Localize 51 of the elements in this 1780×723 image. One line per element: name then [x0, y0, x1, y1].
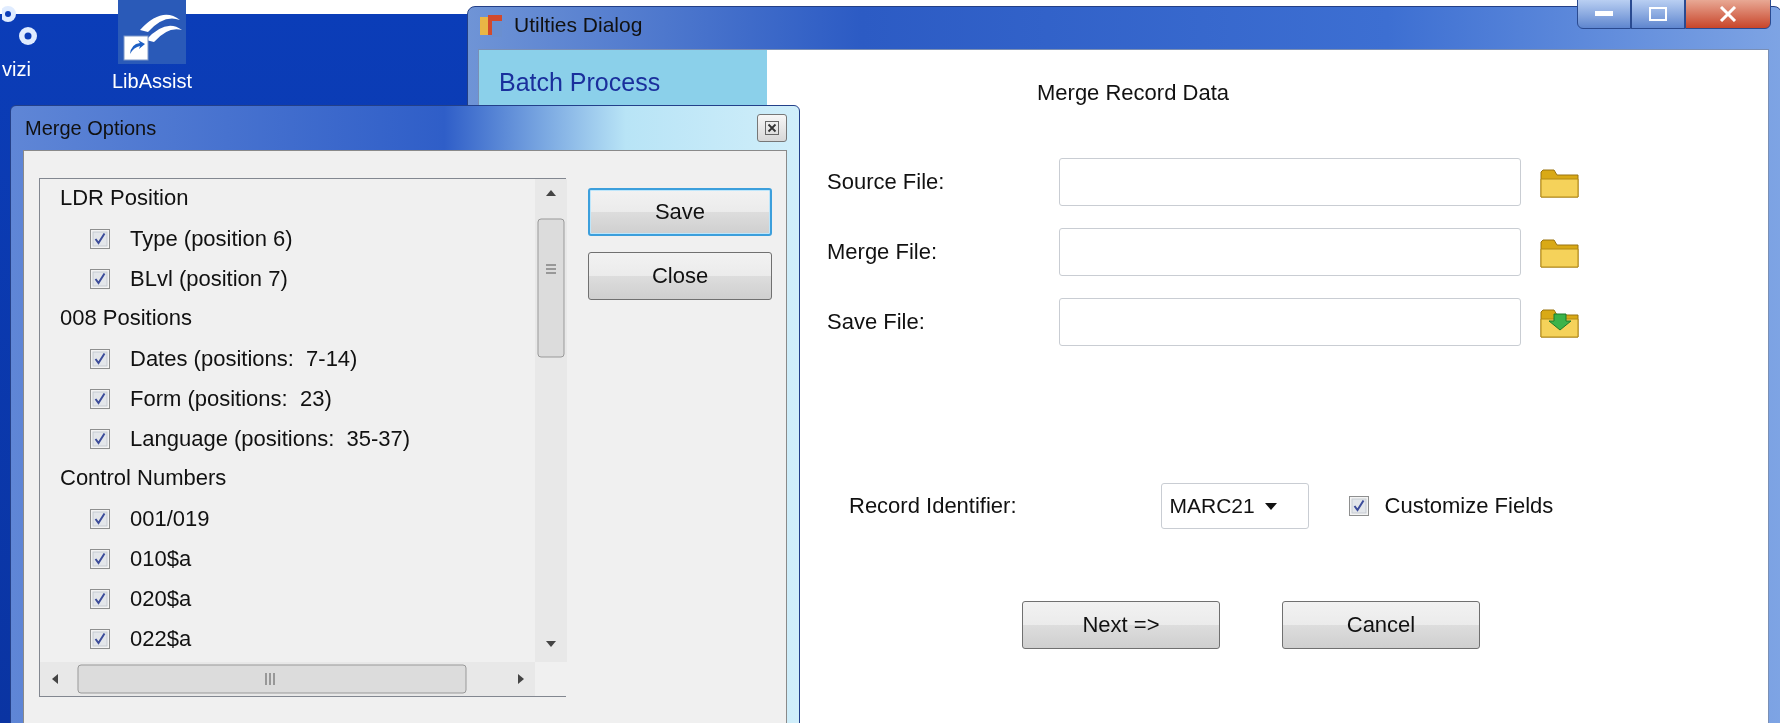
desktop-icon-label: vizi — [2, 58, 31, 81]
file-path-field[interactable] — [1059, 228, 1521, 276]
checkbox-label: Type (position 6) — [130, 226, 293, 252]
window-title: Utilties Dialog — [514, 13, 643, 37]
caret-icon — [1264, 502, 1277, 510]
checkbox[interactable] — [90, 549, 110, 569]
desktop-icon-label: LibAssist — [112, 70, 193, 93]
checkbox[interactable] — [90, 429, 110, 449]
checkbox[interactable] — [1348, 496, 1369, 516]
checkbox-label: Customize Fields — [1384, 493, 1554, 519]
checkbox[interactable] — [90, 349, 110, 369]
field-label: Save File: — [827, 309, 926, 335]
checkbox-label: 010$a — [130, 546, 192, 572]
minimize-button[interactable] — [1577, 0, 1631, 29]
checkbox[interactable] — [90, 229, 110, 249]
dialog-button[interactable]: Save — [588, 188, 772, 236]
checkbox-label: BLvl (position 7) — [130, 266, 288, 292]
dialog-button[interactable]: Cancel — [1282, 601, 1480, 649]
checkbox-label: Language (positions: 35-37) — [130, 426, 411, 452]
section-heading: Merge Record Data — [1037, 80, 1230, 106]
checkbox-label: 022$a — [130, 626, 192, 652]
checkbox[interactable] — [90, 509, 110, 529]
checkbox[interactable] — [90, 269, 110, 289]
dialog-button[interactable]: Next => — [1022, 601, 1220, 649]
file-path-field[interactable] — [1059, 158, 1521, 206]
maximize-button[interactable] — [1631, 0, 1685, 29]
checkbox[interactable] — [90, 389, 110, 409]
record-identifier-dropdown[interactable]: MARC21 — [1160, 483, 1309, 529]
field-label: Record Identifier: — [849, 493, 1017, 519]
close-icon — [765, 121, 779, 135]
checkbox-label: Form (positions: 23) — [130, 386, 332, 412]
checkbox[interactable] — [90, 589, 110, 609]
checkbox-label: 020$a — [130, 586, 192, 612]
dialog-title: Merge Options — [25, 116, 157, 140]
close-icon — [1718, 6, 1738, 22]
sidebar-item[interactable]: Batch Process — [499, 68, 767, 97]
group-heading: 008 Positions — [59, 304, 194, 332]
checkbox-label: Dates (positions: 7-14) — [130, 346, 358, 372]
dialog-button[interactable]: Close — [588, 252, 772, 300]
checkbox[interactable] — [90, 629, 110, 649]
maximize-icon — [1649, 7, 1667, 21]
group-heading: Control Numbers — [59, 464, 228, 492]
close-button[interactable] — [1685, 0, 1771, 29]
field-label: Source File: — [827, 169, 946, 195]
minimize-icon — [1595, 11, 1613, 17]
checkbox-label: 001/019 — [130, 506, 210, 532]
group-heading: LDR Position — [59, 184, 190, 212]
file-path-field[interactable] — [1059, 298, 1521, 346]
close-button[interactable] — [757, 114, 787, 142]
field-label: Merge File: — [827, 239, 939, 265]
shortcut-icon[interactable] — [118, 0, 186, 64]
